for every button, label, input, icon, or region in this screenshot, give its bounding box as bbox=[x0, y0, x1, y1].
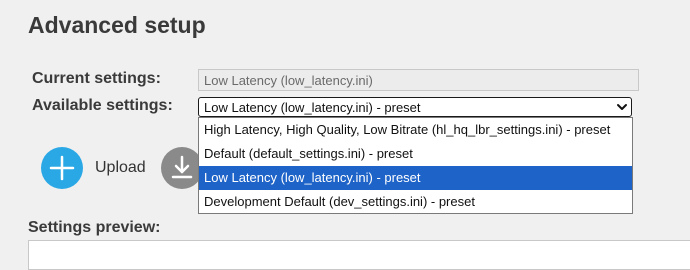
dropdown-option-default[interactable]: Default (default_settings.ini) - preset bbox=[199, 142, 632, 166]
dropdown-option-hl-hq-lbr[interactable]: High Latency, High Quality, Low Bitrate … bbox=[199, 118, 632, 142]
dropdown-option-dev-default[interactable]: Development Default (dev_settings.ini) -… bbox=[199, 190, 632, 214]
select-value: Low Latency (low_latency.ini) - preset bbox=[204, 100, 421, 115]
page-title: Advanced setup bbox=[28, 12, 206, 38]
settings-preview-box[interactable] bbox=[28, 240, 690, 270]
available-settings-select[interactable]: Low Latency (low_latency.ini) - preset bbox=[198, 97, 632, 117]
current-settings-label: Current settings: bbox=[32, 70, 161, 87]
available-settings-label: Available settings: bbox=[32, 97, 173, 114]
upload-label[interactable]: Upload bbox=[95, 159, 146, 177]
download-button[interactable] bbox=[161, 147, 203, 189]
settings-preview-heading: Settings preview: bbox=[28, 219, 161, 236]
chevron-down-icon bbox=[617, 104, 627, 110]
current-settings-field: Low Latency (low_latency.ini) bbox=[198, 69, 639, 91]
upload-button[interactable] bbox=[41, 147, 83, 189]
download-icon bbox=[171, 155, 193, 179]
settings-dropdown-list: High Latency, High Quality, Low Bitrate … bbox=[198, 117, 633, 214]
plus-icon bbox=[49, 155, 75, 181]
dropdown-option-low-latency[interactable]: Low Latency (low_latency.ini) - preset bbox=[199, 166, 632, 190]
